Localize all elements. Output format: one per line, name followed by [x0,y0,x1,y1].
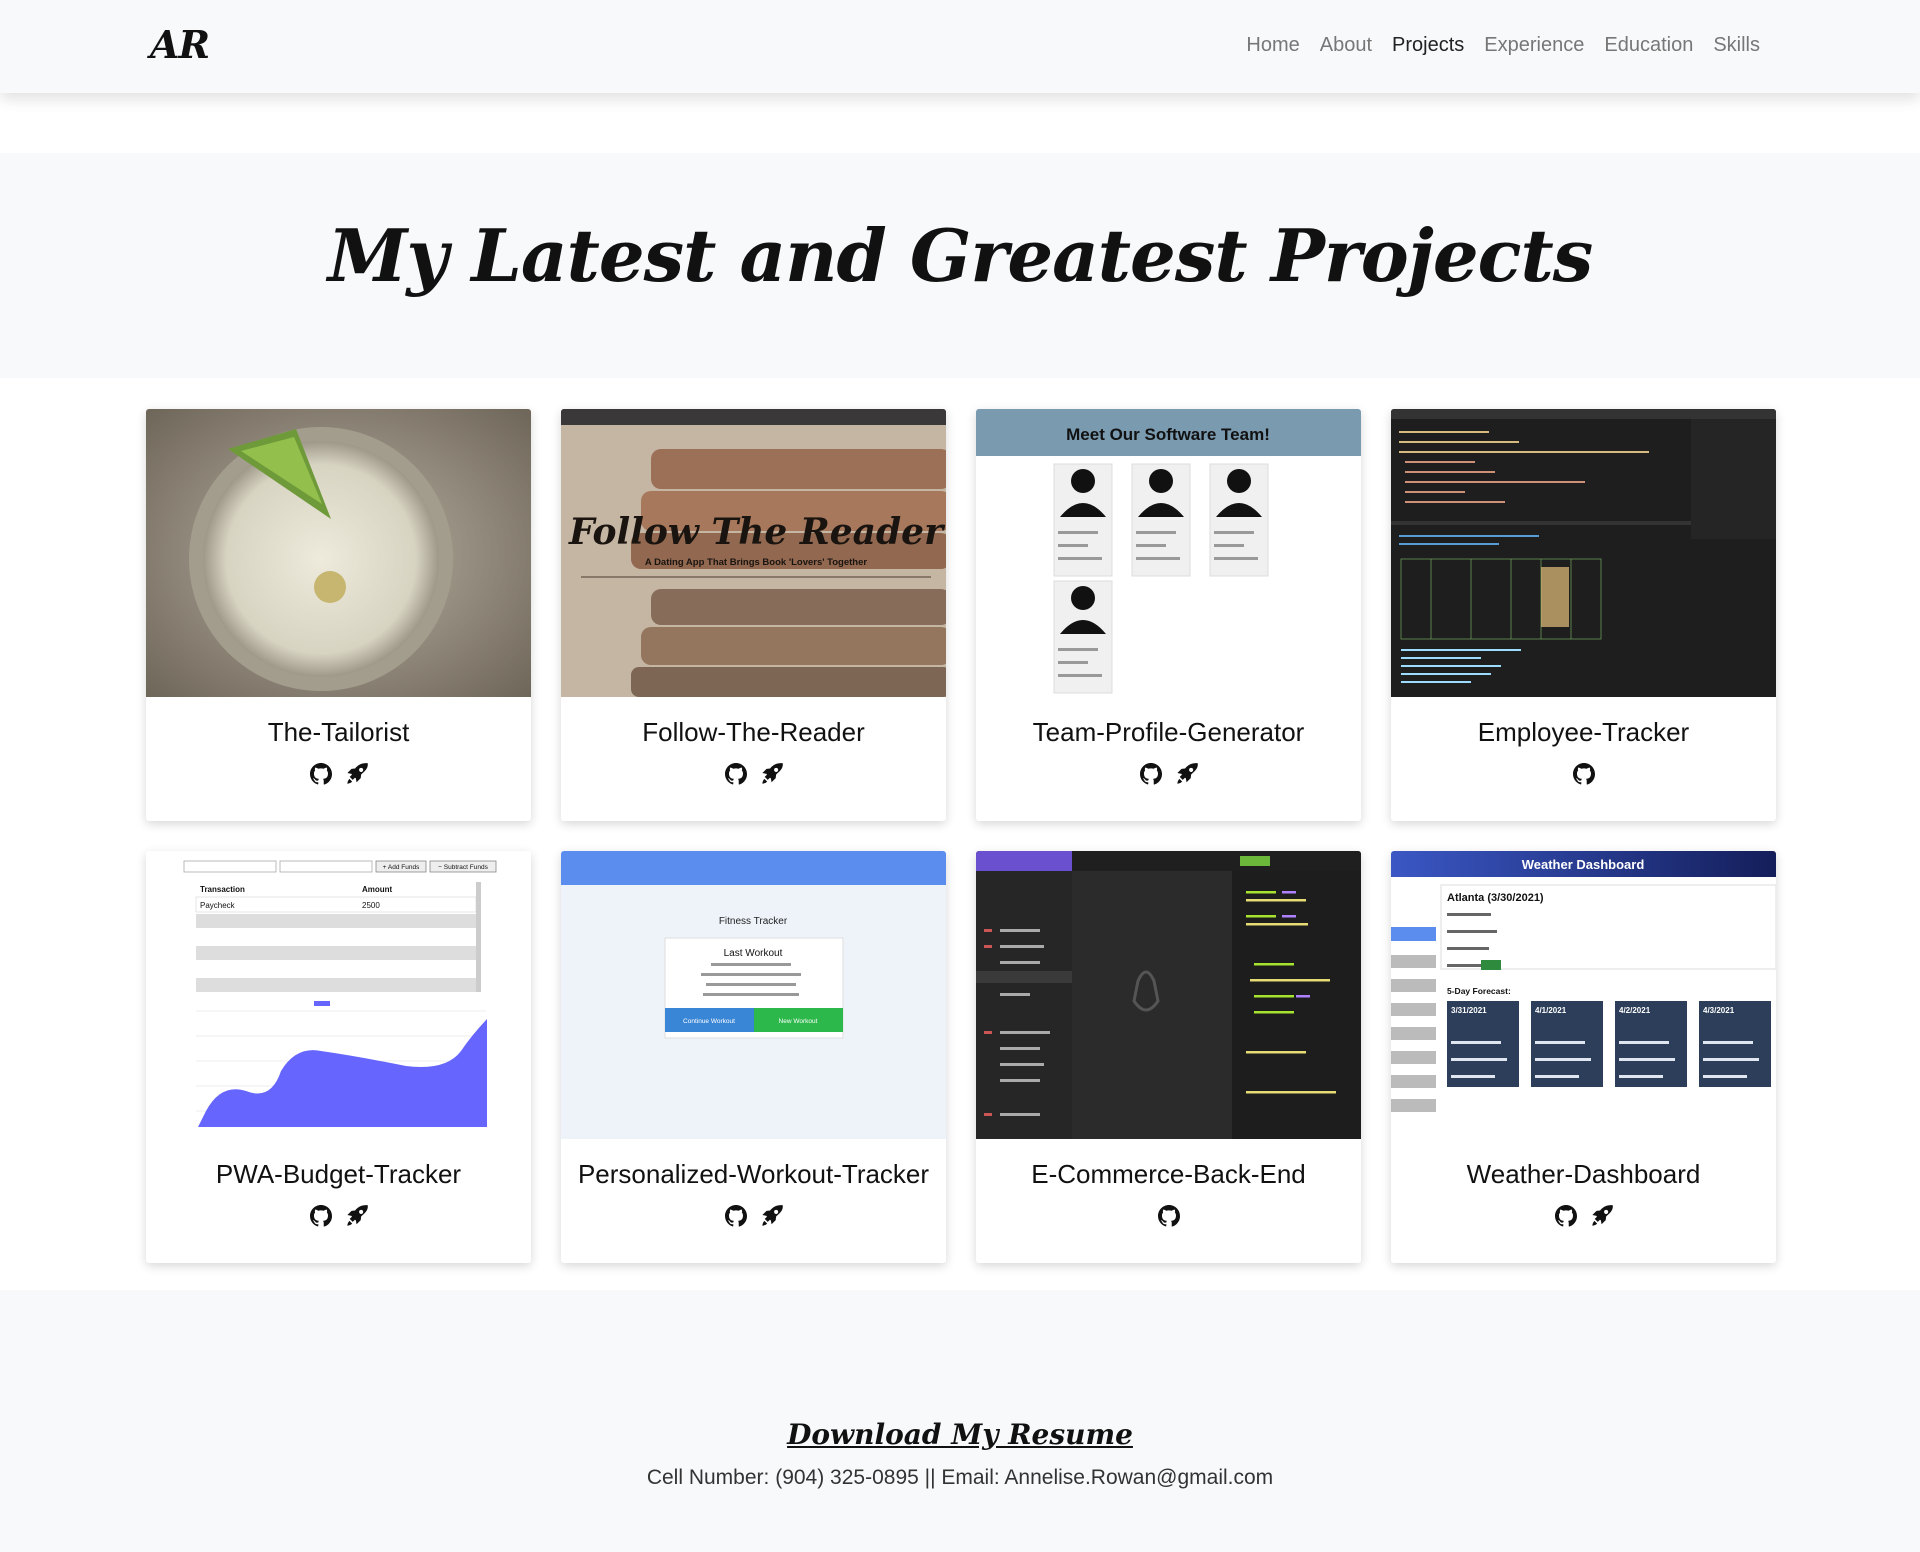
forecast-day: 4/1/2021 [1535,1006,1567,1015]
project-links [1391,1205,1776,1227]
nav-education[interactable]: Education [1604,34,1693,57]
project-image[interactable]: + Add Funds − Subtract Funds Transaction… [146,851,531,1139]
subtract-funds-label: − Subtract Funds [438,864,488,871]
github-icon[interactable] [1554,1205,1577,1227]
nav-about[interactable]: About [1320,34,1372,57]
forecast-day: 4/3/2021 [1703,1006,1735,1015]
last-workout-label: Last Workout [724,948,783,959]
project-title: Employee-Tracker [1477,717,1690,747]
brand-logo[interactable]: AR [150,22,210,67]
github-icon[interactable] [1572,763,1595,785]
github-icon[interactable] [724,763,747,785]
project-card: Weather Dashboard Atlanta (3/30/2021) 5-… [1391,851,1776,1263]
project-card: Meet Our Software Team! Team-Profile-Gen… [976,409,1361,821]
project-card: The-Tailorist [146,409,531,821]
project-card: Employee-Tracker [1391,409,1776,821]
github-icon[interactable] [309,763,332,785]
rocket-icon[interactable] [346,1205,368,1227]
project-card: Fitness Tracker Last Workout Continue Wo… [561,851,946,1263]
nav-experience[interactable]: Experience [1484,34,1584,57]
rocket-icon[interactable] [761,1205,783,1227]
forecast-day: 3/31/2021 [1451,1006,1487,1015]
project-grid: The-Tailorist Follow The Reader A Dating… [146,409,1776,1263]
budget-row-value: 2500 [362,901,380,910]
project-title: Weather-Dashboard [1466,1159,1701,1189]
project-links [1391,763,1776,785]
project-image[interactable] [1391,409,1776,697]
project-card: E-Commerce-Back-End [976,851,1361,1263]
project-image[interactable]: Fitness Tracker Last Workout Continue Wo… [561,851,946,1139]
page-title: My Latest and Greatest Projects [327,213,1594,298]
project-links [561,1205,946,1227]
fitness-heading: Fitness Tracker [719,916,788,927]
budget-row-label: Paycheck [200,901,236,910]
rocket-icon[interactable] [1591,1205,1613,1227]
forecast-label: 5-Day Forecast: [1447,986,1511,996]
rocket-icon[interactable] [1176,763,1198,785]
budget-col-amount: Amount [362,885,393,894]
projects-header: My Latest and Greatest Projects [0,153,1920,378]
weather-heading: Weather Dashboard [1522,857,1645,872]
reader-subheading: A Dating App That Brings Book 'Lovers' T… [645,557,867,568]
project-card: + Add Funds − Subtract Funds Transaction… [146,851,531,1263]
new-workout-label: New Workout [779,1018,818,1025]
project-links [976,763,1361,785]
project-title: PWA-Budget-Tracker [215,1159,462,1189]
team-heading: Meet Our Software Team! [1066,425,1270,444]
project-title: Team-Profile-Generator [1032,717,1305,747]
github-icon[interactable] [309,1205,332,1227]
forecast-day: 4/2/2021 [1619,1006,1651,1015]
project-title: The-Tailorist [267,717,410,747]
rocket-icon[interactable] [761,763,783,785]
project-card: Follow The Reader A Dating App That Brin… [561,409,946,821]
download-resume-link[interactable]: Download My Resume [0,1418,1920,1451]
project-image[interactable]: Meet Our Software Team! [976,409,1361,697]
project-links [561,763,946,785]
project-image[interactable] [146,409,531,697]
nav-skills[interactable]: Skills [1713,34,1760,57]
weather-city: Atlanta (3/30/2021) [1447,892,1544,904]
project-image[interactable]: Weather Dashboard Atlanta (3/30/2021) 5-… [1391,851,1776,1139]
navbar: AR Home About Projects Experience Educat… [0,0,1920,93]
reader-heading: Follow The Reader [568,511,946,553]
nav-projects[interactable]: Projects [1392,34,1464,57]
contact-info: Cell Number: (904) 325-0895 || Email: An… [646,1466,1274,1489]
github-icon[interactable] [1157,1205,1180,1227]
project-links [146,1205,531,1227]
github-icon[interactable] [1139,763,1162,785]
github-icon[interactable] [724,1205,747,1227]
project-image[interactable]: Follow The Reader A Dating App That Brin… [561,409,946,697]
nav-links: Home About Projects Experience Education… [1246,34,1760,57]
project-links [146,763,531,785]
add-funds-label: + Add Funds [383,864,420,871]
budget-col-transaction: Transaction [200,885,245,894]
project-image[interactable] [976,851,1361,1139]
project-title: E-Commerce-Back-End [1031,1159,1306,1189]
project-title: Personalized-Workout-Tracker [577,1159,930,1189]
project-title: Follow-The-Reader [642,717,865,747]
project-links [976,1205,1361,1227]
footer: Download My Resume Cell Number: (904) 32… [0,1290,1920,1552]
rocket-icon[interactable] [346,763,368,785]
nav-home[interactable]: Home [1246,34,1299,57]
continue-workout-label: Continue Workout [683,1018,735,1025]
